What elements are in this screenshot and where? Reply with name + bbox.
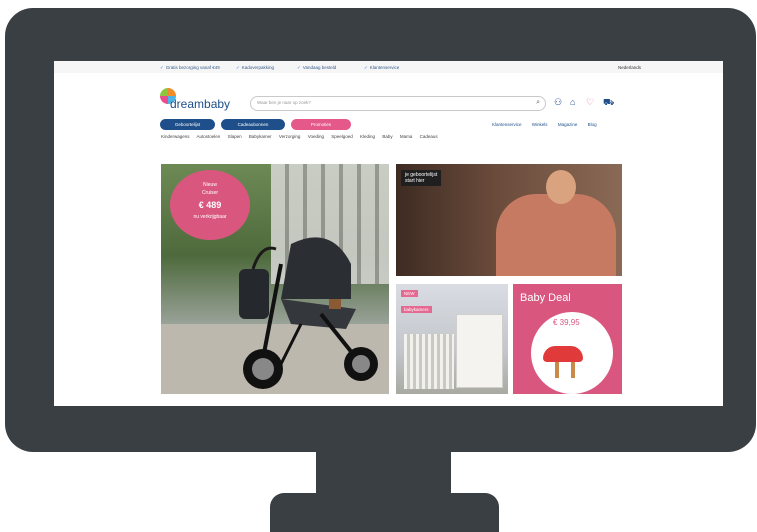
logo-text: dreambaby bbox=[170, 97, 231, 111]
nav-item[interactable]: Voeding bbox=[308, 134, 324, 139]
woman-figure bbox=[496, 194, 616, 276]
user-icon[interactable]: ⚇ bbox=[554, 97, 562, 108]
tag-line-2: start hier bbox=[405, 178, 425, 184]
link-magazine[interactable]: Magazine bbox=[558, 122, 578, 127]
toy-image bbox=[543, 346, 583, 362]
nav-item[interactable]: Kinderwagens bbox=[161, 134, 190, 139]
monitor-frame: ✓ Gratis bezorging vanaf €49 ✓ Kadoverpakk… bbox=[5, 8, 756, 452]
hero-badge: Nieuw Cruiser € 489 nu verkrijgbaar bbox=[170, 170, 250, 240]
store-icon[interactable]: ⌂ bbox=[570, 97, 575, 107]
check-icon: ✓ bbox=[236, 65, 240, 70]
pill-cadeaubonnen[interactable]: Cadeaubonnen bbox=[221, 119, 285, 130]
nav-item[interactable]: Slapen bbox=[228, 134, 242, 139]
nursery-label-new: NEW bbox=[401, 290, 418, 297]
badge-price: € 489 bbox=[198, 200, 222, 210]
pill-promoties[interactable]: Promoties bbox=[291, 119, 351, 130]
nursery-label: babykamers bbox=[401, 306, 432, 313]
banner-nursery[interactable]: NEW babykamers bbox=[396, 284, 508, 394]
monitor-screen: ✓ Gratis bezorging vanaf €49 ✓ Kadoverpakk… bbox=[54, 61, 723, 406]
nav-item[interactable]: Kleding bbox=[360, 134, 375, 139]
banner-baby-deal[interactable]: Baby Deal € 39,95 bbox=[513, 284, 622, 394]
stroller-image bbox=[239, 237, 378, 389]
link-winkels[interactable]: Winkels bbox=[532, 122, 548, 127]
baby-deal-title: Baby Deal bbox=[520, 292, 571, 304]
wishlist-icon[interactable]: ♡ bbox=[586, 97, 594, 108]
search-icon[interactable]: ⌕ bbox=[536, 99, 540, 107]
check-icon: ✓ bbox=[160, 65, 164, 70]
toy-leg bbox=[555, 362, 559, 378]
birth-list-tag: je geboortelijst start hier bbox=[401, 170, 442, 186]
site-logo[interactable]: dreambaby bbox=[160, 88, 246, 114]
top-links: Klantenservice Winkels Magazine Blog bbox=[492, 122, 606, 127]
nav-item[interactable]: Baby bbox=[382, 134, 392, 139]
woman-head bbox=[546, 170, 576, 204]
toy-leg bbox=[571, 362, 575, 378]
language-selector[interactable]: Nederlands bbox=[618, 65, 641, 70]
link-klantenservice[interactable]: Klantenservice bbox=[492, 122, 522, 127]
deal-price: € 39,95 bbox=[553, 318, 580, 327]
nav-item[interactable]: Autostoelen bbox=[197, 134, 221, 139]
cart-icon[interactable]: ⛟ bbox=[603, 97, 614, 109]
badge-line-4: nu verkrijgbaar bbox=[193, 214, 227, 220]
nav-item[interactable]: Cadeaus bbox=[420, 134, 438, 139]
usp-item: ✓ Klantenservice bbox=[364, 65, 400, 70]
link-blog[interactable]: Blog bbox=[588, 122, 597, 127]
nav-item[interactable]: Speelgoed bbox=[331, 134, 353, 139]
badge-line-2: Cruiser bbox=[201, 190, 219, 196]
usp-item: ✓ Vandaag besteld bbox=[297, 65, 337, 70]
hero-banner-stroller[interactable]: Nieuw Cruiser € 489 nu verkrijgbaar bbox=[161, 164, 389, 394]
monitor-neck bbox=[316, 452, 451, 494]
nav-item[interactable]: Mama bbox=[400, 134, 413, 139]
usp-item: ✓ Kadoverpakking bbox=[236, 65, 275, 70]
check-icon: ✓ bbox=[297, 65, 301, 70]
badge-line-1: Nieuw bbox=[203, 182, 217, 188]
monitor-base bbox=[270, 493, 499, 532]
pill-geboortelijst[interactable]: Geboortelijst bbox=[160, 119, 215, 130]
search-placeholder: Waar ben je naar op zoek? bbox=[257, 100, 311, 105]
top-usp-bar: ✓ Gratis bezorging vanaf €49 ✓ Kadoverpakk… bbox=[54, 61, 723, 73]
nav-item[interactable]: Babykamer bbox=[249, 134, 272, 139]
check-icon: ✓ bbox=[364, 65, 368, 70]
banner-birth-list[interactable]: je geboortelijst start hier bbox=[396, 164, 622, 276]
usp-item: ✓ Gratis bezorging vanaf €49 bbox=[160, 65, 220, 70]
crib-image bbox=[404, 334, 454, 389]
nav-item[interactable]: Verzorging bbox=[279, 134, 301, 139]
search-input[interactable]: Waar ben je naar op zoek? ⌕ bbox=[250, 96, 546, 111]
dresser-image bbox=[456, 314, 503, 388]
category-nav: Kinderwagens Autostoelen Slapen Babykame… bbox=[161, 134, 444, 139]
